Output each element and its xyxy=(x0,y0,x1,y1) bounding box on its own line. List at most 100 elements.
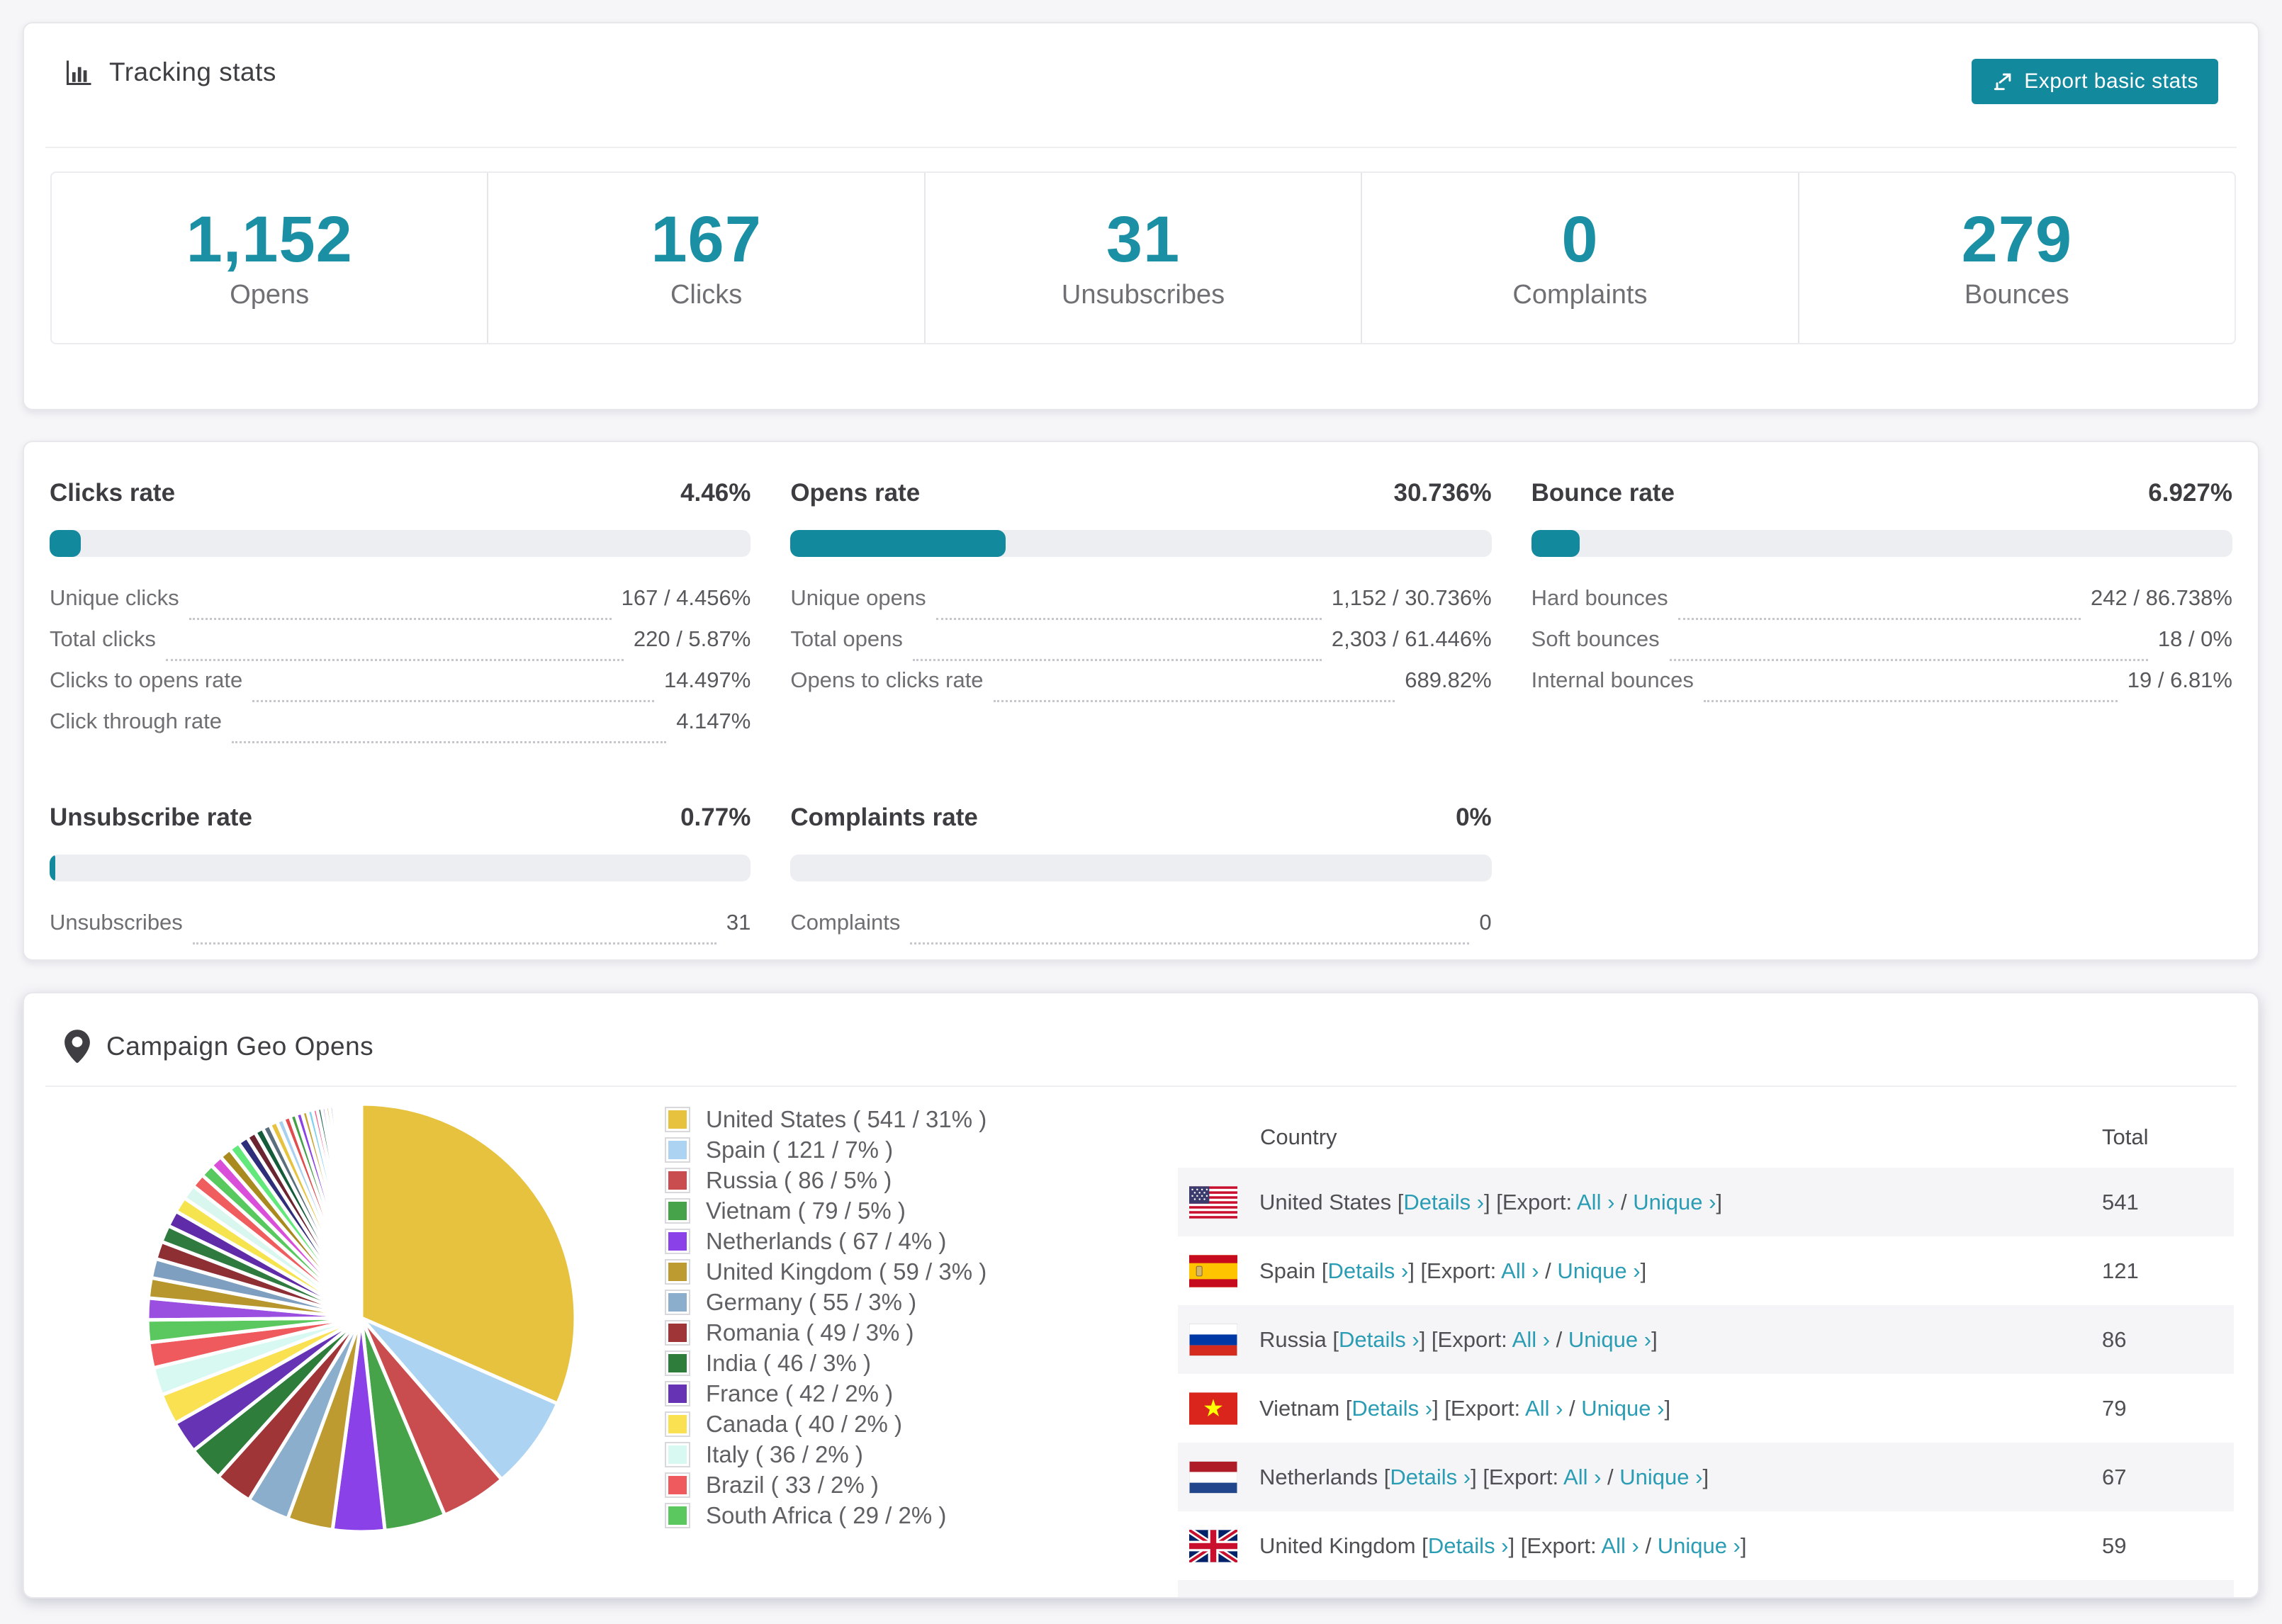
legend-item-india[interactable]: India ( 46 / 3% ) xyxy=(665,1348,987,1378)
rate-value: 6.927% xyxy=(2148,479,2232,507)
dotted-leader xyxy=(935,618,1322,620)
geo-header: Campaign Geo Opens xyxy=(45,993,2237,1087)
rates-grid: Clicks rate 4.46% Unique clicks 167 / 4.456… xyxy=(24,442,2258,951)
rate-row: Clicks to opens rate 14.497% xyxy=(50,667,751,709)
rate-row: Unique clicks 167 / 4.456% xyxy=(50,585,751,626)
export-unique-link-vietnam[interactable]: Unique › xyxy=(1581,1396,1664,1421)
export-all-link-spain[interactable]: All › xyxy=(1501,1258,1539,1283)
rate-progress-fill xyxy=(50,855,55,881)
rate-row-value: 1,152 / 30.736% xyxy=(1331,585,1492,610)
export-all-link-united-states[interactable]: All › xyxy=(1577,1190,1614,1214)
rate-block-clicks-rate: Clicks rate 4.46% Unique clicks 167 / 4.456… xyxy=(50,479,751,750)
de-flag-icon xyxy=(1189,1598,1237,1599)
legend-swatch xyxy=(665,1441,690,1467)
campaign-geo-opens-card: Campaign Geo Opens United States ( 541 /… xyxy=(23,992,2259,1598)
export-all-link-russia[interactable]: All › xyxy=(1512,1327,1550,1352)
stat-label: Opens xyxy=(230,280,310,310)
rate-row-label: Unique opens xyxy=(790,585,926,610)
geo-table-row-united-kingdom: United Kingdom [Details ›] [Export: All … xyxy=(1178,1511,2234,1580)
es-flag-icon xyxy=(1189,1254,1237,1287)
legend-label: Germany ( 55 / 3% ) xyxy=(706,1288,917,1315)
details-link-united-states[interactable]: Details › xyxy=(1403,1190,1484,1214)
legend-label: India ( 46 / 3% ) xyxy=(706,1349,871,1376)
rate-row-label: Click through rate xyxy=(50,709,222,733)
rate-row-value: 19 / 6.81% xyxy=(2127,667,2232,692)
legend-item-brazil[interactable]: Brazil ( 33 / 2% ) xyxy=(665,1470,987,1500)
rate-row-value: 242 / 86.738% xyxy=(2091,585,2232,610)
dotted-leader xyxy=(912,659,1322,661)
details-link-vietnam[interactable]: Details › xyxy=(1351,1396,1432,1421)
legend-label: Canada ( 40 / 2% ) xyxy=(706,1410,902,1437)
rate-progress-bar xyxy=(50,855,751,881)
tracking-stats-card: Tracking stats Export basic stats 1,152 O… xyxy=(23,22,2259,410)
dotted-leader xyxy=(993,700,1395,702)
details-link-netherlands[interactable]: Details › xyxy=(1390,1465,1471,1489)
rate-row-label: Opens to clicks rate xyxy=(790,667,984,692)
geo-country-cell: Spain [Details ›] [Export: All › / Uniqu… xyxy=(1259,1258,1647,1283)
export-unique-link-spain[interactable]: Unique › xyxy=(1557,1258,1640,1283)
legend-item-canada[interactable]: Canada ( 40 / 2% ) xyxy=(665,1409,987,1439)
legend-item-vietnam[interactable]: Vietnam ( 79 / 5% ) xyxy=(665,1195,987,1226)
rate-progress-bar xyxy=(790,530,1492,557)
rate-row-value: 18 / 0% xyxy=(2157,626,2232,651)
rate-block-complaints-rate: Complaints rate 0% Complaints 0 xyxy=(790,803,1492,951)
legend-item-russia[interactable]: Russia ( 86 / 5% ) xyxy=(665,1165,987,1195)
rates-card: Clicks rate 4.46% Unique clicks 167 / 4.456… xyxy=(23,441,2259,961)
geo-pie-chart xyxy=(128,1084,595,1552)
rate-progress-bar xyxy=(790,855,1492,881)
geo-table-row-spain: Spain [Details ›] [Export: All › / Uniqu… xyxy=(1178,1236,2234,1305)
legend-item-italy[interactable]: Italy ( 36 / 2% ) xyxy=(665,1439,987,1470)
legend-item-united-kingdom[interactable]: United Kingdom ( 59 / 3% ) xyxy=(665,1256,987,1287)
dotted-leader xyxy=(165,659,624,661)
ru-flag-icon xyxy=(1189,1323,1237,1356)
rate-row: Total clicks 220 / 5.87% xyxy=(50,626,751,667)
export-unique-link-united-states[interactable]: Unique › xyxy=(1633,1190,1716,1214)
legend-item-netherlands[interactable]: Netherlands ( 67 / 4% ) xyxy=(665,1226,987,1256)
rate-rows: Unique opens 1,152 / 30.736% Total opens 2,… xyxy=(790,585,1492,709)
rate-row-label: Hard bounces xyxy=(1531,585,1668,610)
geo-total-cell: 79 xyxy=(2102,1395,2127,1421)
rate-head: Clicks rate 4.46% xyxy=(50,479,751,510)
rate-title: Bounce rate xyxy=(1531,479,1675,507)
export-all-link-united-kingdom[interactable]: All › xyxy=(1601,1533,1639,1558)
dotted-leader xyxy=(1677,618,2081,620)
geo-country-cell: Netherlands [Details ›] [Export: All › /… xyxy=(1259,1464,1709,1489)
legend-label: Brazil ( 33 / 2% ) xyxy=(706,1471,879,1498)
legend-label: United Kingdom ( 59 / 3% ) xyxy=(706,1258,987,1285)
legend-item-spain[interactable]: Spain ( 121 / 7% ) xyxy=(665,1134,987,1165)
legend-item-france[interactable]: France ( 42 / 2% ) xyxy=(665,1378,987,1409)
export-unique-link-united-kingdom[interactable]: Unique › xyxy=(1658,1533,1741,1558)
rate-row-label: Soft bounces xyxy=(1531,626,1660,651)
rate-progress-fill xyxy=(50,530,82,557)
geo-table-row-netherlands: Netherlands [Details ›] [Export: All › /… xyxy=(1178,1443,2234,1511)
legend-item-south-africa[interactable]: South Africa ( 29 / 2% ) xyxy=(665,1500,987,1530)
legend-item-united-states[interactable]: United States ( 541 / 31% ) xyxy=(665,1104,987,1134)
rate-title: Unsubscribe rate xyxy=(50,803,252,831)
details-link-united-kingdom[interactable]: Details › xyxy=(1428,1533,1509,1558)
rate-head: Unsubscribe rate 0.77% xyxy=(50,803,751,835)
legend-label: France ( 42 / 2% ) xyxy=(706,1380,894,1406)
rate-row-value: 167 / 4.456% xyxy=(621,585,751,610)
export-all-link-vietnam[interactable]: All › xyxy=(1525,1396,1563,1421)
rate-progress-fill xyxy=(790,530,1006,557)
legend-swatch xyxy=(665,1411,690,1437)
export-all-link-netherlands[interactable]: All › xyxy=(1563,1465,1601,1489)
geo-country-cell: Vietnam [Details ›] [Export: All › / Uni… xyxy=(1259,1395,1671,1421)
details-link-spain[interactable]: Details › xyxy=(1328,1258,1409,1283)
legend-item-germany[interactable]: Germany ( 55 / 3% ) xyxy=(665,1287,987,1317)
us-flag-icon xyxy=(1189,1185,1237,1219)
rate-rows: Complaints 0 xyxy=(790,910,1492,951)
details-link-russia[interactable]: Details › xyxy=(1339,1327,1420,1352)
rate-row: Total opens 2,303 / 61.446% xyxy=(790,626,1492,667)
stat-box-complaints: 0 Complaints xyxy=(1362,173,1799,343)
country-column-header: Country xyxy=(1260,1124,1337,1149)
vn-flag-icon xyxy=(1189,1392,1237,1425)
export-basic-stats-button[interactable]: Export basic stats xyxy=(1972,59,2218,104)
rate-progress-fill xyxy=(1531,530,1580,557)
export-unique-link-netherlands[interactable]: Unique › xyxy=(1619,1465,1702,1489)
rate-row: Click through rate 4.147% xyxy=(50,709,751,750)
legend-item-romania[interactable]: Romania ( 49 / 3% ) xyxy=(665,1317,987,1348)
export-unique-link-russia[interactable]: Unique › xyxy=(1568,1327,1651,1352)
legend-swatch xyxy=(665,1197,690,1224)
rate-progress-bar xyxy=(1531,530,2232,557)
